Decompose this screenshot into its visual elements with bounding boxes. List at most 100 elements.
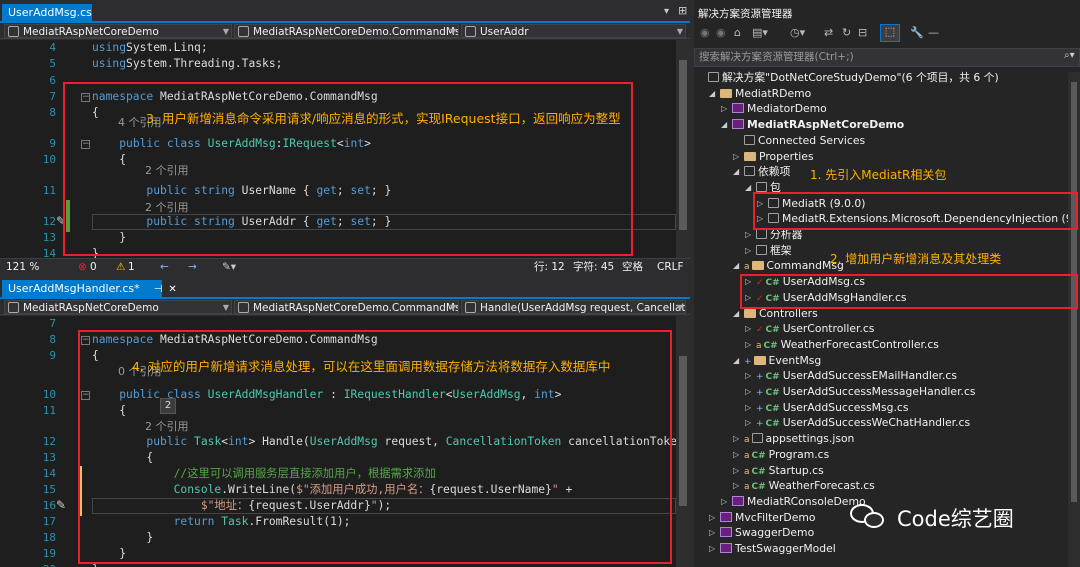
collapsed-arrow-icon[interactable]: ▷: [745, 321, 751, 337]
code-line[interactable]: public string UserName { get; set; }: [92, 183, 391, 199]
codelens-reference[interactable]: 2 个引用: [145, 162, 189, 178]
collapsed-arrow-icon[interactable]: ▷: [757, 196, 763, 212]
code-line[interactable]: Console.WriteLine($"添加用户成功,用户名：{request.…: [92, 482, 573, 498]
tab-useraddmsghandler[interactable]: UserAddMsgHandler.cs* ⊣ ✕: [2, 280, 177, 298]
nav-forward-icon[interactable]: →: [188, 259, 197, 275]
tree-item[interactable]: ▷ ✓ C# UserController.cs: [745, 321, 874, 337]
nav-back-icon[interactable]: ←: [160, 259, 169, 275]
collapsed-arrow-icon[interactable]: ▷: [733, 431, 739, 447]
home-icon[interactable]: ⌂: [734, 26, 741, 39]
expanded-arrow-icon[interactable]: ◢: [733, 353, 739, 369]
collapsed-arrow-icon[interactable]: ▷: [721, 101, 727, 117]
collapsed-arrow-icon[interactable]: ▷: [757, 211, 763, 227]
code-line[interactable]: {: [92, 450, 153, 466]
top-vertical-scrollbar[interactable]: [676, 40, 690, 258]
code-line[interactable]: public Task<int> Handle(UserAddMsg reque…: [92, 434, 676, 450]
collapsed-arrow-icon[interactable]: ▷: [709, 525, 715, 541]
close-icon[interactable]: ✕: [168, 284, 176, 295]
code-line[interactable]: {: [92, 403, 126, 419]
forward-icon[interactable]: ◉: [716, 26, 726, 39]
tab-useraddmsg[interactable]: UserAddMsg.cs: [2, 4, 92, 22]
collapsed-arrow-icon[interactable]: ▷: [745, 415, 751, 431]
expanded-arrow-icon[interactable]: ◢: [709, 86, 715, 102]
collapse-icon[interactable]: ⊟: [858, 26, 867, 39]
collapsed-arrow-icon[interactable]: ▷: [745, 243, 751, 259]
code-line[interactable]: usingSystem.Threading.Tasks;: [92, 56, 282, 72]
collapsed-arrow-icon[interactable]: ▷: [745, 384, 751, 400]
warning-count[interactable]: 1: [128, 259, 135, 275]
tree-item[interactable]: ▷ MvcFilterDemo: [709, 510, 815, 526]
collapsed-arrow-icon[interactable]: ▷: [733, 447, 739, 463]
code-line[interactable]: public class UserAddMsg:IRequest<int>: [92, 136, 371, 152]
screwdriver-icon[interactable]: ✎: [56, 214, 66, 228]
minus-icon[interactable]: —: [928, 26, 939, 39]
code-line[interactable]: return Task.FromResult(1);: [92, 514, 351, 530]
tree-item[interactable]: ◢ MediatRAspNetCoreDemo: [721, 117, 904, 133]
sync-icon[interactable]: ⇄: [824, 26, 833, 39]
collapsed-arrow-icon[interactable]: ▷: [745, 368, 751, 384]
tree-item[interactable]: ▷ MediatRConsoleDemo: [721, 494, 866, 510]
bottom-vertical-scrollbar[interactable]: [676, 316, 690, 567]
expanded-arrow-icon[interactable]: ◢: [733, 306, 739, 322]
collapsed-arrow-icon[interactable]: ▷: [745, 227, 751, 243]
show-all-files-icon[interactable]: ⬚: [880, 24, 900, 42]
member-dropdown[interactable]: Handle(UserAddMsg request, Cancellatio ▼: [461, 300, 686, 314]
type-dropdown[interactable]: MediatRAspNetCoreDemo.CommandMs ▼: [234, 300, 459, 314]
tree-item[interactable]: ▷ MediatR.Extensions.Microsoft.Dependency…: [757, 211, 1080, 227]
tree-item[interactable]: ▷ + C# UserAddSuccessEMailHandler.cs: [745, 368, 957, 384]
top-code-editor[interactable]: 4 usingSystem.Linq; 5 usingSystem.Threading…: [0, 40, 676, 258]
pin-icon[interactable]: ⊣: [154, 284, 163, 295]
settings-icon[interactable]: 🔧: [910, 26, 924, 39]
tree-item[interactable]: Connected Services: [744, 133, 865, 149]
tree-item[interactable]: ▷ TestSwaggerModel: [709, 541, 836, 557]
tree-item[interactable]: ▷ Properties: [733, 149, 814, 165]
code-line[interactable]: }: [92, 246, 99, 258]
tree-item[interactable]: ◢ 包: [745, 180, 781, 196]
tree-item[interactable]: ▷ a appsettings.json: [733, 431, 854, 447]
fold-toggle[interactable]: −: [81, 391, 90, 400]
code-line[interactable]: }: [92, 562, 99, 567]
code-line[interactable]: //这里可以调用服务层直接添加用户，根据需求添加: [92, 466, 436, 482]
scroll-thumb[interactable]: [1071, 82, 1077, 502]
collapsed-arrow-icon[interactable]: ▷: [745, 400, 751, 416]
collapsed-arrow-icon[interactable]: ▷: [745, 274, 751, 290]
scroll-thumb[interactable]: [679, 356, 687, 506]
screwdriver-icon[interactable]: ✎: [56, 498, 66, 512]
code-line[interactable]: namespace MediatRAspNetCoreDemo.CommandM…: [92, 89, 378, 105]
tree-item[interactable]: ▷ MediatR (9.0.0): [757, 196, 866, 212]
tree-item[interactable]: ▷ a C# Startup.cs: [733, 463, 824, 479]
history-icon[interactable]: ◷▾: [790, 26, 805, 39]
tree-item[interactable]: ▷ 框架: [745, 243, 792, 259]
project-dropdown[interactable]: MediatRAspNetCoreDemo ▼: [4, 300, 232, 314]
code-line[interactable]: {: [92, 105, 99, 121]
tree-item[interactable]: ◢ + EventMsg: [733, 353, 821, 369]
code-line[interactable]: }: [92, 230, 126, 246]
tree-item[interactable]: ▷ 分析器: [745, 227, 802, 243]
tree-item[interactable]: ▷ + C# UserAddSuccessMsg.cs: [745, 400, 908, 416]
tree-item[interactable]: ▷ SwaggerDemo: [709, 525, 814, 541]
code-line[interactable]: usingSystem.Linq;: [92, 40, 208, 56]
switch-views-icon[interactable]: ▤▾: [752, 26, 768, 39]
tree-item[interactable]: ▷ MediatorDemo: [721, 101, 827, 117]
collapsed-arrow-icon[interactable]: ▷: [709, 510, 715, 526]
tree-item[interactable]: 解决方案"DotNetCoreStudyDemo"(6 个项目，共 6 个): [708, 70, 999, 86]
error-count[interactable]: 0: [90, 259, 97, 275]
expanded-arrow-icon[interactable]: ◢: [721, 117, 727, 133]
split-icon[interactable]: ⊞: [678, 4, 687, 17]
code-line[interactable]: {: [92, 152, 126, 168]
tree-item[interactable]: ▷ ✓ C# UserAddMsg.cs: [745, 274, 865, 290]
fold-toggle[interactable]: −: [81, 336, 90, 345]
code-line[interactable]: }: [92, 530, 153, 546]
tree-item[interactable]: ◢ MediatRDemo: [709, 86, 811, 102]
collapsed-arrow-icon[interactable]: ▷: [733, 149, 739, 165]
fold-toggle[interactable]: −: [81, 140, 90, 149]
collapsed-arrow-icon[interactable]: ▷: [733, 463, 739, 479]
tree-item[interactable]: ◢ Controllers: [733, 306, 818, 322]
member-dropdown[interactable]: UserAddr ▼: [461, 24, 686, 38]
type-dropdown[interactable]: MediatRAspNetCoreDemo.CommandMs ▼: [234, 24, 459, 38]
collapsed-arrow-icon[interactable]: ▷: [721, 494, 727, 510]
search-icon[interactable]: ⌕▾: [1064, 50, 1075, 61]
tree-item[interactable]: ▷ ✓ C# UserAddMsgHandler.cs: [745, 290, 907, 306]
collapsed-arrow-icon[interactable]: ▷: [745, 337, 751, 353]
tree-item[interactable]: ▷ + C# UserAddSuccessWeChatHandler.cs: [745, 415, 970, 431]
